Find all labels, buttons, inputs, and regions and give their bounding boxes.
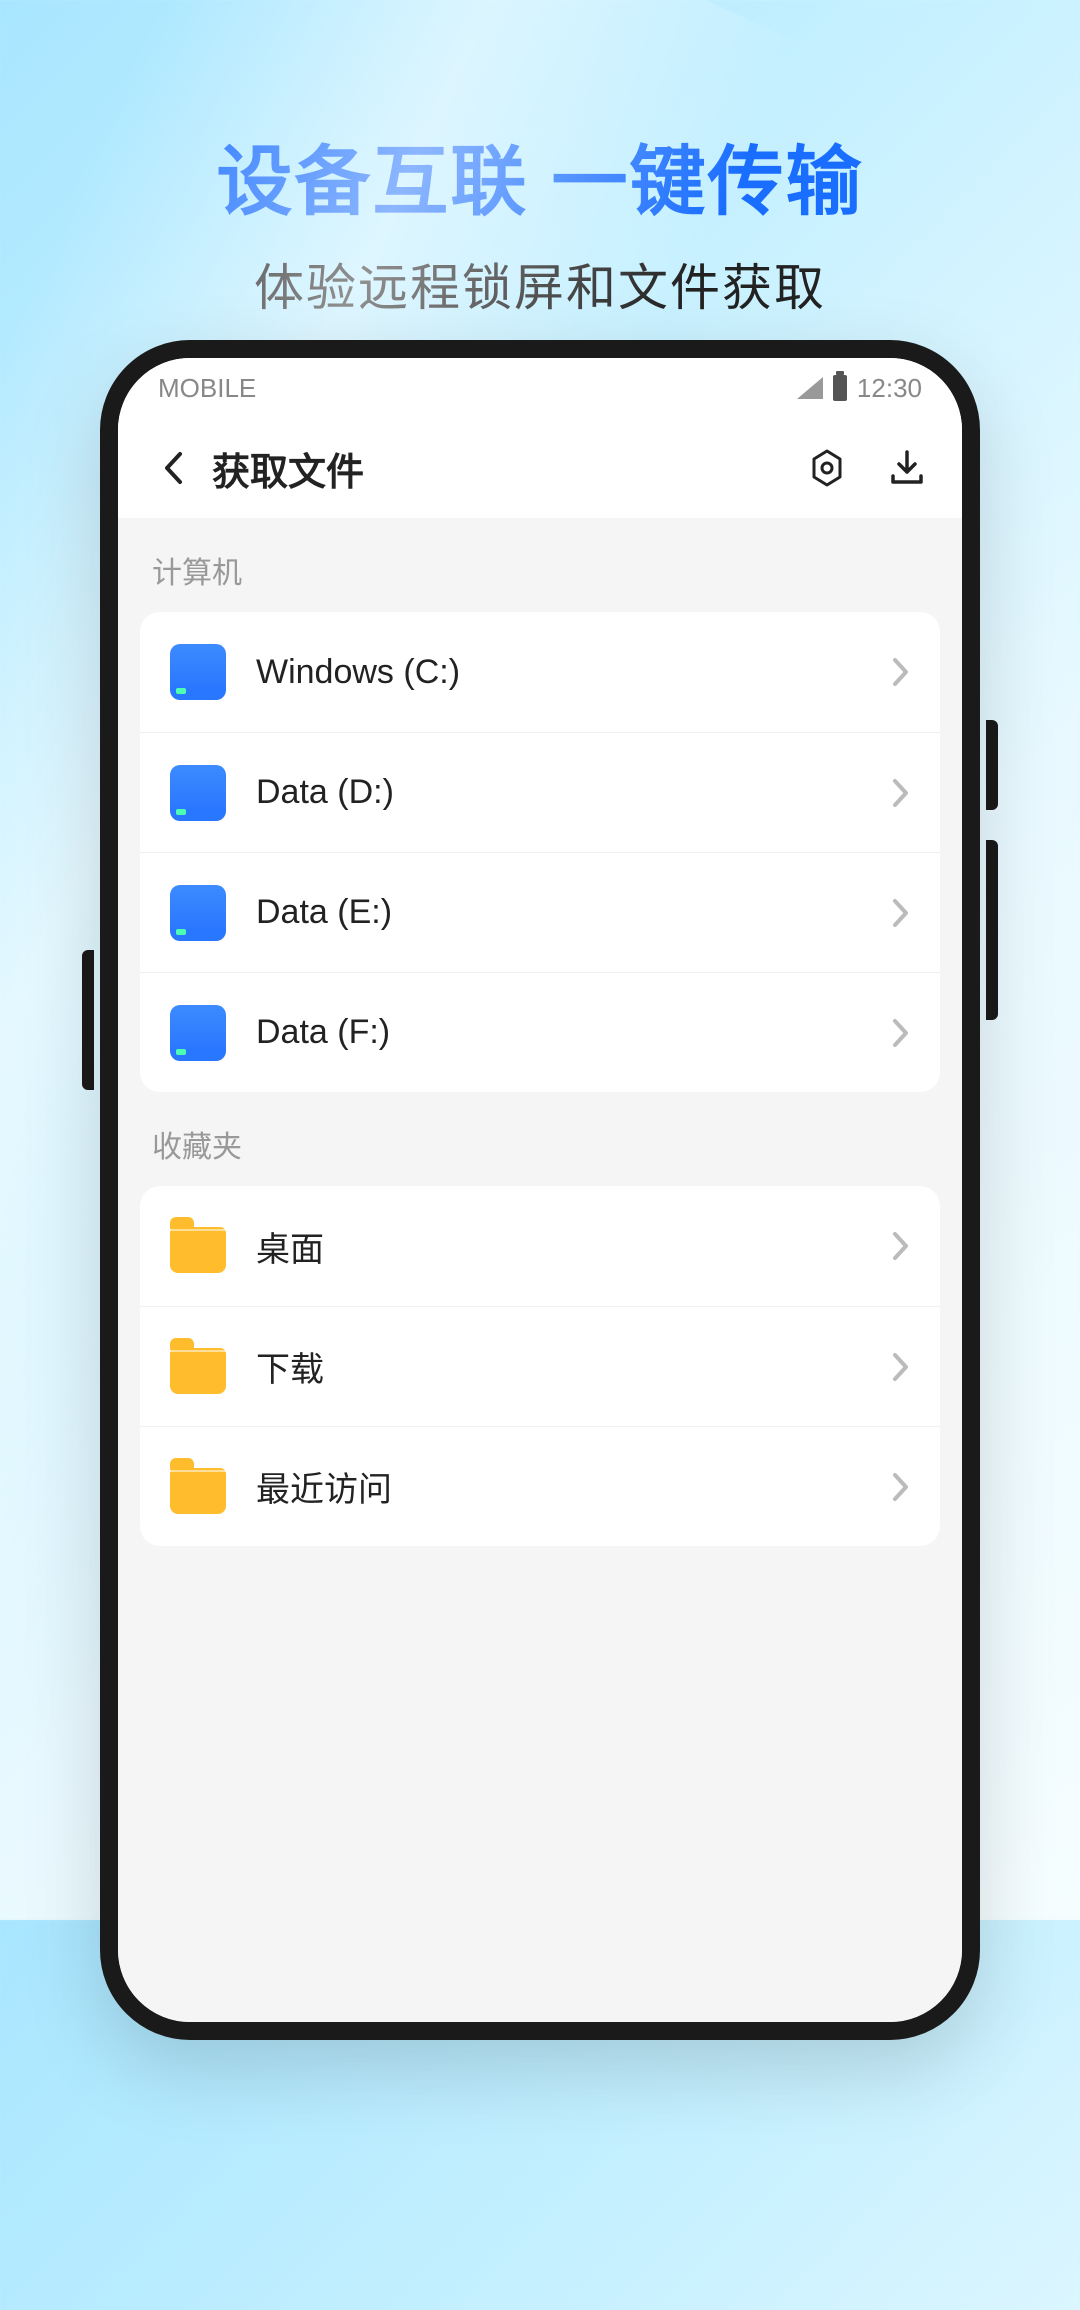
favorites-list: 桌面 下载 最近访问	[140, 1186, 940, 1546]
drive-label: Data (E:)	[256, 893, 892, 932]
drive-icon	[170, 1005, 226, 1061]
status-right: 12:30	[797, 373, 922, 404]
download-icon	[887, 448, 927, 488]
back-button[interactable]	[148, 443, 198, 493]
drive-icon	[170, 644, 226, 700]
chevron-right-icon	[892, 898, 910, 928]
status-bar: MOBILE 12:30	[118, 358, 962, 418]
drive-item-f[interactable]: Data (F:)	[140, 972, 940, 1092]
settings-button[interactable]	[802, 443, 852, 493]
section-label-computer: 计算机	[118, 518, 962, 612]
drive-item-e[interactable]: Data (E:)	[140, 852, 940, 972]
folder-item-desktop[interactable]: 桌面	[140, 1186, 940, 1306]
drive-item-d[interactable]: Data (D:)	[140, 732, 940, 852]
drive-icon	[170, 765, 226, 821]
settings-hex-icon	[807, 448, 847, 488]
headline-title: 设备互联 一键传输	[0, 120, 1080, 230]
folder-item-download[interactable]: 下载	[140, 1306, 940, 1426]
folder-item-recent[interactable]: 最近访问	[140, 1426, 940, 1546]
headline-subtitle: 体验远程锁屏和文件获取	[0, 248, 1080, 320]
drive-list: Windows (C:) Data (D:) Data (E:) Data (F…	[140, 612, 940, 1092]
status-time: 12:30	[857, 373, 922, 404]
phone-mockup: MOBILE 12:30 获取文件	[100, 340, 980, 2040]
chevron-right-icon	[892, 1472, 910, 1502]
folder-icon	[170, 1348, 226, 1394]
folder-label: 桌面	[256, 1222, 892, 1271]
chevron-right-icon	[892, 1352, 910, 1382]
chevron-right-icon	[892, 1018, 910, 1048]
app-header: 获取文件	[118, 418, 962, 518]
phone-power-button	[82, 950, 94, 1090]
signal-icon	[797, 377, 823, 399]
phone-volume-up	[986, 720, 998, 810]
folder-icon	[170, 1227, 226, 1273]
section-label-favorites: 收藏夹	[118, 1092, 962, 1186]
folder-label: 最近访问	[256, 1462, 892, 1511]
battery-icon	[833, 375, 847, 401]
drive-label: Windows (C:)	[256, 653, 892, 692]
drive-label: Data (F:)	[256, 1013, 892, 1052]
phone-volume-down	[986, 840, 998, 1020]
carrier-label: MOBILE	[158, 373, 256, 404]
drive-label: Data (D:)	[256, 773, 892, 812]
folder-label: 下载	[256, 1342, 892, 1391]
chevron-right-icon	[892, 657, 910, 687]
drive-item-c[interactable]: Windows (C:)	[140, 612, 940, 732]
phone-screen: MOBILE 12:30 获取文件	[118, 358, 962, 2022]
promo-headline: 设备互联 一键传输 体验远程锁屏和文件获取	[0, 0, 1080, 320]
chevron-right-icon	[892, 778, 910, 808]
download-button[interactable]	[882, 443, 932, 493]
chevron-left-icon	[163, 451, 183, 485]
drive-icon	[170, 885, 226, 941]
folder-icon	[170, 1468, 226, 1514]
content-area: 计算机 Windows (C:) Data (D:) Data (E:)	[118, 518, 962, 2022]
chevron-right-icon	[892, 1231, 910, 1261]
page-title: 获取文件	[212, 441, 802, 496]
